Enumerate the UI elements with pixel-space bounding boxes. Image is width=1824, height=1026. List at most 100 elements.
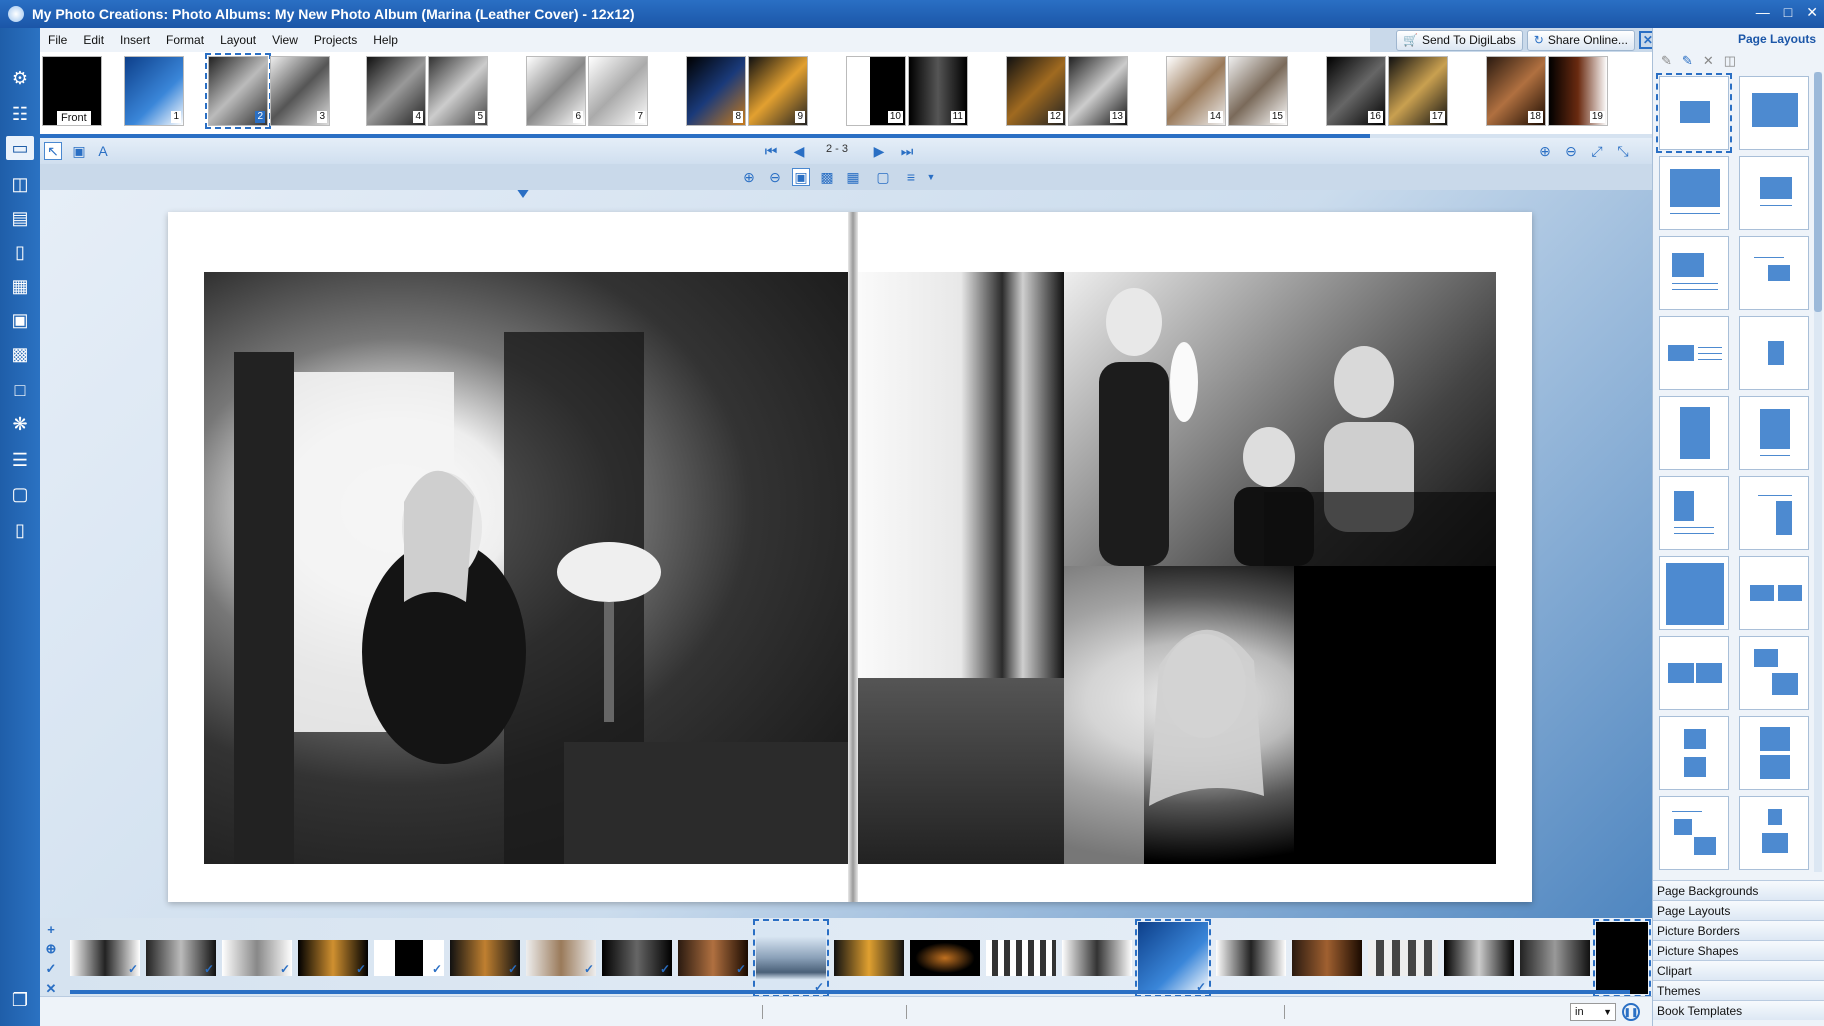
- page-thumb[interactable]: 14: [1166, 56, 1226, 126]
- film-strip-icon[interactable]: ▤: [8, 206, 32, 230]
- page-thumb-front[interactable]: Front: [42, 56, 102, 126]
- page-thumb[interactable]: 13: [1068, 56, 1128, 126]
- layout-scrollbar[interactable]: [1814, 72, 1822, 872]
- layout-option[interactable]: [1739, 156, 1809, 230]
- next-page-icon[interactable]: ▶: [870, 142, 888, 160]
- layout-icon[interactable]: ▦: [8, 274, 32, 298]
- close-icon[interactable]: ✕: [1806, 4, 1818, 21]
- layout-option[interactable]: [1739, 556, 1809, 630]
- maximize-icon[interactable]: □: [1784, 4, 1792, 21]
- menu-format[interactable]: Format: [158, 33, 212, 47]
- tray-photo[interactable]: [1593, 919, 1651, 997]
- layout-option[interactable]: [1739, 636, 1809, 710]
- layout-option[interactable]: [1659, 236, 1729, 310]
- save-layout-icon[interactable]: ◫: [1724, 53, 1736, 69]
- photo-frame-left[interactable]: [204, 272, 850, 864]
- tray-photo[interactable]: ✓: [298, 940, 368, 976]
- zoom-out-icon[interactable]: ⊖: [1562, 142, 1580, 160]
- tray-photo[interactable]: ✓: [222, 940, 292, 976]
- section-page-layouts[interactable]: Page Layouts: [1653, 900, 1824, 920]
- menu-insert[interactable]: Insert: [112, 33, 158, 47]
- layout-option[interactable]: [1659, 396, 1729, 470]
- tray-photo[interactable]: ✓: [526, 940, 596, 976]
- scroll-thumb[interactable]: [1814, 72, 1822, 312]
- layout-option[interactable]: [1659, 556, 1729, 630]
- border-icon[interactable]: ▩: [8, 342, 32, 366]
- card-icon[interactable]: ☰: [8, 448, 32, 472]
- layout-option[interactable]: [1739, 716, 1809, 790]
- tray-photo[interactable]: ✓: [374, 940, 444, 976]
- phone-icon[interactable]: ▯: [8, 240, 32, 264]
- tray-photo[interactable]: [1368, 940, 1438, 976]
- prev-page-icon[interactable]: ◀: [790, 142, 808, 160]
- minimize-icon[interactable]: —: [1756, 4, 1770, 21]
- clipart-icon[interactable]: ❋: [8, 412, 32, 436]
- page-thumb[interactable]: 19: [1548, 56, 1608, 126]
- layout-option[interactable]: [1739, 316, 1809, 390]
- book-icon[interactable]: ☷: [8, 102, 32, 126]
- fit-page-icon[interactable]: ⤢: [1588, 142, 1606, 160]
- settings-icon[interactable]: ⚙: [8, 66, 32, 90]
- layout-option[interactable]: [1659, 156, 1729, 230]
- new-layout-icon[interactable]: ✎: [1682, 53, 1693, 69]
- tray-photo[interactable]: [910, 940, 980, 976]
- menu-projects[interactable]: Projects: [306, 33, 365, 47]
- booklet-icon[interactable]: ▯: [8, 518, 32, 542]
- tray-photo[interactable]: [834, 940, 904, 976]
- layout-option[interactable]: [1739, 476, 1809, 550]
- check-icon[interactable]: ✓: [46, 961, 57, 977]
- page-thumb[interactable]: 11: [908, 56, 968, 126]
- page-thumb[interactable]: 5: [428, 56, 488, 126]
- section-picture-shapes[interactable]: Picture Shapes: [1653, 940, 1824, 960]
- photo-tray-scrollbar[interactable]: [70, 990, 1630, 994]
- select-tool-icon[interactable]: ↖: [44, 142, 62, 160]
- layout-option[interactable]: [1739, 76, 1809, 150]
- page-thumb[interactable]: 8: [686, 56, 746, 126]
- layout-option[interactable]: [1739, 396, 1809, 470]
- tray-photo-highlighted[interactable]: ✓: [1135, 919, 1211, 997]
- layout-option[interactable]: [1659, 796, 1729, 870]
- tray-photo-selected[interactable]: ✓: [753, 919, 829, 997]
- page-thumb[interactable]: 16: [1326, 56, 1386, 126]
- page-thumb[interactable]: 4: [366, 56, 426, 126]
- section-picture-borders[interactable]: Picture Borders: [1653, 920, 1824, 940]
- layout-option[interactable]: [1659, 316, 1729, 390]
- tray-photo[interactable]: [1292, 940, 1362, 976]
- page-thumb[interactable]: 3: [270, 56, 330, 126]
- zoom-in-icon[interactable]: ⊕: [1536, 142, 1554, 160]
- tray-photo[interactable]: [1520, 940, 1590, 976]
- page-icon[interactable]: ▭: [6, 136, 34, 160]
- tray-photo[interactable]: [1062, 940, 1132, 976]
- last-page-icon[interactable]: ⏭: [898, 142, 916, 160]
- picture-zoom-out-icon[interactable]: ⊖: [766, 168, 784, 186]
- add-picture-icon[interactable]: ▣: [70, 142, 88, 160]
- page-thumb[interactable]: 12: [1006, 56, 1066, 126]
- layout-option[interactable]: [1659, 476, 1729, 550]
- tray-photo[interactable]: [1216, 940, 1286, 976]
- bookmark-icon[interactable]: □: [8, 378, 32, 402]
- pause-icon[interactable]: ❚❚: [1622, 1003, 1640, 1021]
- unit-select[interactable]: in ▼: [1570, 1003, 1616, 1021]
- picture-zoom-in-icon[interactable]: ⊕: [740, 168, 758, 186]
- page-thumb[interactable]: 18: [1486, 56, 1546, 126]
- menu-view[interactable]: View: [264, 33, 306, 47]
- page-thumb-selected[interactable]: 2: [205, 53, 271, 129]
- copy-icon[interactable]: ❐: [8, 988, 32, 1012]
- page-thumb[interactable]: 15: [1228, 56, 1288, 126]
- dropdown-arrow-icon[interactable]: ▼: [922, 168, 940, 186]
- color-effect-icon[interactable]: ▢: [874, 168, 892, 186]
- fullscreen-icon[interactable]: ⤡: [1614, 142, 1632, 160]
- tag-icon[interactable]: ▢: [8, 482, 32, 506]
- frame-icon[interactable]: ▣: [8, 308, 32, 332]
- menu-help[interactable]: Help: [365, 33, 406, 47]
- marker-icon[interactable]: [516, 190, 530, 198]
- section-themes[interactable]: Themes: [1653, 980, 1824, 1000]
- tray-photo[interactable]: ✓: [678, 940, 748, 976]
- page-thumb[interactable]: 6: [526, 56, 586, 126]
- album-open-icon[interactable]: ◫: [8, 172, 32, 196]
- section-page-backgrounds[interactable]: Page Backgrounds: [1653, 880, 1824, 900]
- section-book-templates[interactable]: Book Templates: [1653, 1000, 1824, 1020]
- page-thumb[interactable]: 10: [846, 56, 906, 126]
- page-thumb[interactable]: 1: [124, 56, 184, 126]
- first-page-icon[interactable]: ⏮: [762, 142, 780, 160]
